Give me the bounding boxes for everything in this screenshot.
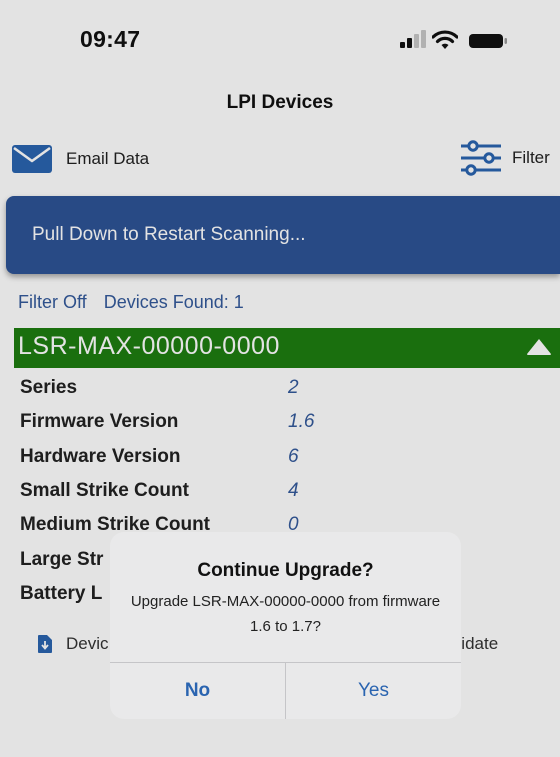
no-button[interactable]: No [110,663,285,719]
yes-button[interactable]: Yes [286,663,461,719]
alert-message: Upgrade LSR-MAX-00000-0000 from firmware… [130,593,441,635]
alert-title: Continue Upgrade? [197,560,374,581]
upgrade-alert-dialog: Continue Upgrade? Upgrade LSR-MAX-00000-… [110,532,461,719]
app-screen: 09:47 LPI Devices Email Data Filter Pull… [0,0,560,757]
